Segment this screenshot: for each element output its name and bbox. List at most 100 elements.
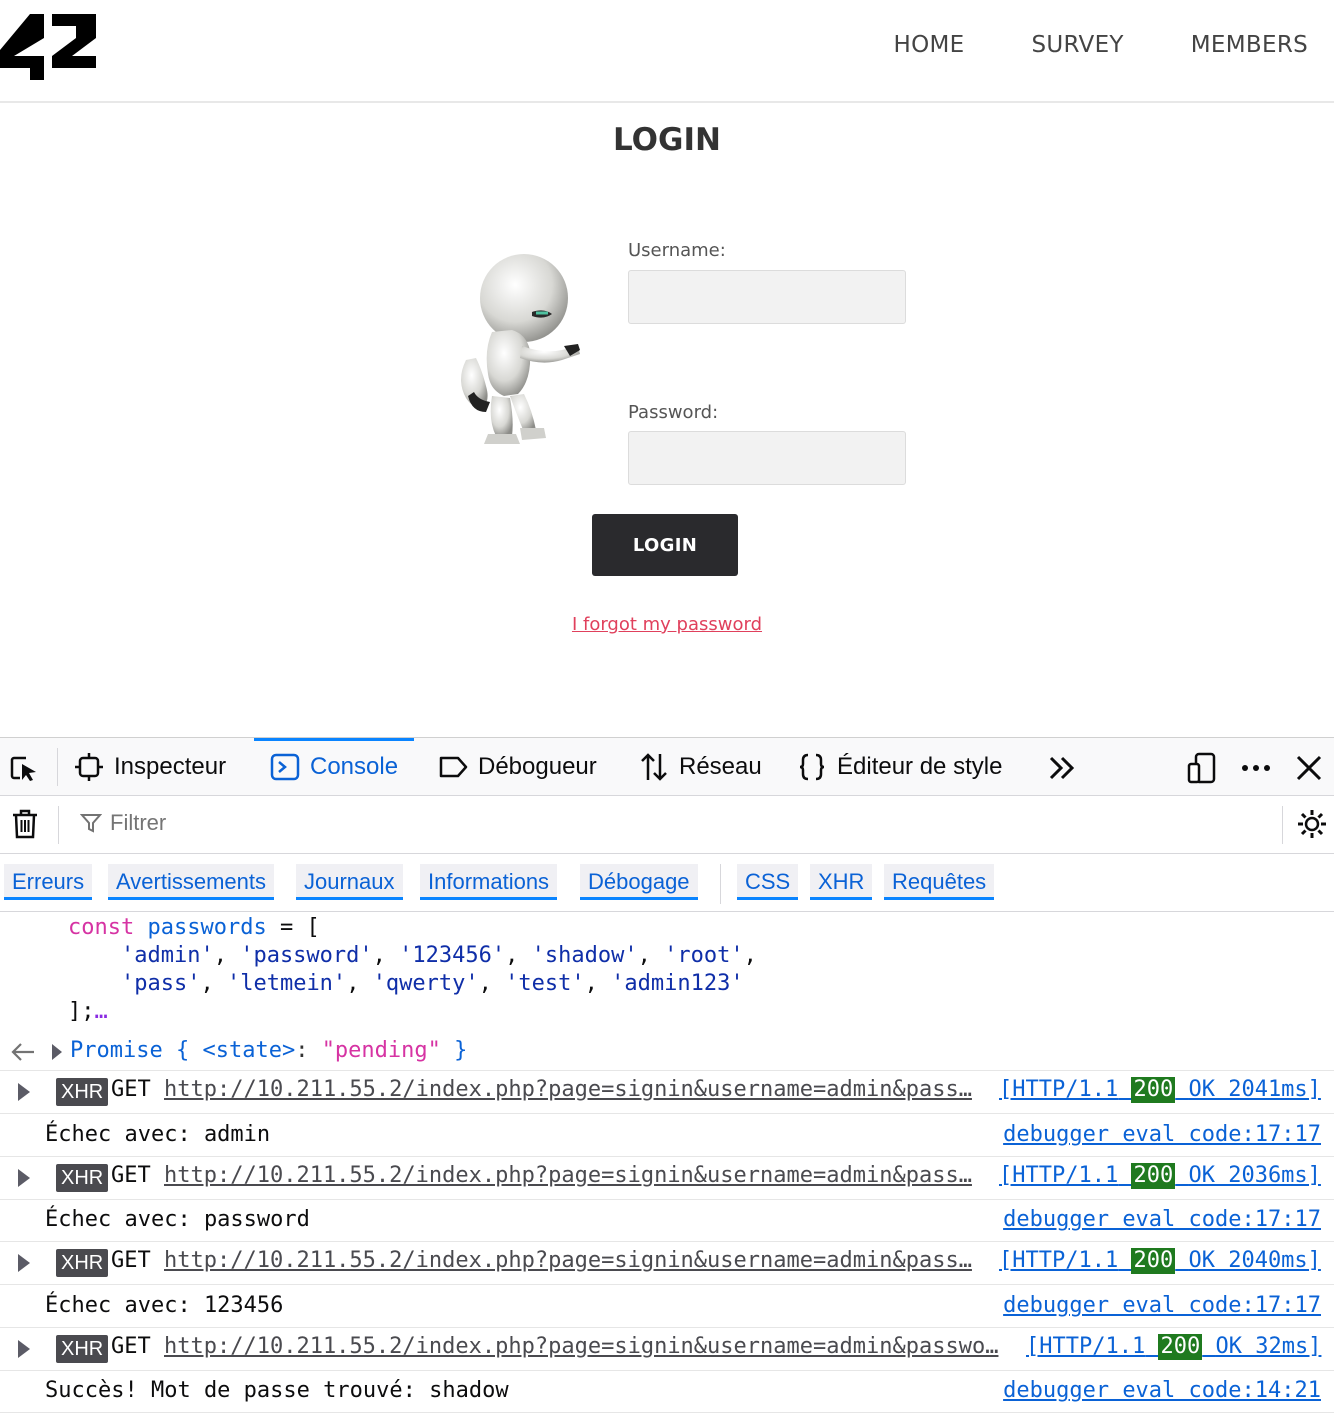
xhr-request-row[interactable]: XHR GET http://10.211.55.2/index.php?page=… xyxy=(0,1242,1334,1285)
log-source-link[interactable]: debugger eval code:14:21 xyxy=(1003,1378,1321,1403)
request-url[interactable]: http://10.211.55.2/index.php?page=signin… xyxy=(164,1077,975,1102)
expand-triangle-icon[interactable] xyxy=(52,1044,62,1060)
robot-illustration xyxy=(461,254,580,444)
main-nav: HOME SURVEY MEMBERS xyxy=(894,32,1308,58)
console-category-filters: Erreurs Avertissements Journaux Informat… xyxy=(0,854,1334,912)
tab-style-editor[interactable]: Éditeur de style xyxy=(797,738,1002,796)
password-literal: 'password' xyxy=(240,943,373,968)
trash-icon[interactable] xyxy=(9,808,41,840)
tab-console[interactable]: Console xyxy=(253,738,415,796)
filter-info[interactable]: Informations xyxy=(420,864,558,900)
request-url[interactable]: http://10.211.55.2/index.php?page=signin… xyxy=(164,1248,975,1273)
request-url[interactable]: http://10.211.55.2/index.php?page=signin… xyxy=(164,1163,975,1188)
status-code-badge: 200 xyxy=(1131,1248,1176,1274)
filter-icon xyxy=(80,814,102,833)
nav-members[interactable]: MEMBERS xyxy=(1191,32,1308,58)
logo-42[interactable]: 42 xyxy=(0,10,100,90)
nav-survey[interactable]: SURVEY xyxy=(1032,32,1124,58)
expand-triangle-icon[interactable] xyxy=(18,1168,30,1187)
request-status[interactable]: [HTTP/1.1 200 OK 2041ms] xyxy=(999,1077,1321,1103)
request-status[interactable]: [HTTP/1.1 200 OK 32ms] xyxy=(1026,1333,1322,1360)
filter-errors[interactable]: Erreurs xyxy=(4,864,93,900)
console-log-row: Échec avec: password debugger eval code:1… xyxy=(0,1199,1334,1243)
devtools-panel: Inspecteur Console Débogueur Réseau Édit… xyxy=(0,737,1334,1422)
status-code-badge: 200 xyxy=(1158,1333,1203,1360)
filter-input[interactable] xyxy=(110,810,410,836)
console-output: const passwords = [ 'admin', 'password',… xyxy=(0,912,1334,1422)
close-icon[interactable] xyxy=(1293,752,1325,784)
username-label: Username: xyxy=(628,240,726,261)
xhr-request-row[interactable]: XHR GET http://10.211.55.2/index.php?page=… xyxy=(0,1157,1334,1200)
category-separator xyxy=(720,864,721,904)
status-text: OK 2040ms] xyxy=(1188,1248,1321,1273)
log-source-link[interactable]: debugger eval code:17:17 xyxy=(1003,1207,1321,1232)
status-text: OK 2036ms] xyxy=(1188,1162,1321,1188)
log-source-link[interactable]: debugger eval code:17:17 xyxy=(1003,1122,1321,1147)
expand-triangle-icon[interactable] xyxy=(18,1083,30,1101)
filter-debug[interactable]: Débogage xyxy=(580,864,698,900)
console-result[interactable]: Promise { <state>: "pending" } xyxy=(0,1035,1334,1071)
request-url[interactable]: http://10.211.55.2/index.php?page=signin… xyxy=(164,1334,1002,1359)
status-text: OK 32ms] xyxy=(1215,1333,1322,1359)
password-literal: 'admin123' xyxy=(611,971,744,996)
password-label: Password: xyxy=(628,402,719,423)
toolbar-separator xyxy=(58,806,59,844)
expand-triangle-icon[interactable] xyxy=(18,1339,30,1358)
more-tabs-chevron-icon[interactable] xyxy=(1046,752,1078,784)
status-code-badge: 200 xyxy=(1131,1077,1176,1103)
filter-requests[interactable]: Requêtes xyxy=(884,864,995,900)
tab-network-label: Réseau xyxy=(679,753,762,780)
log-message: Échec avec: admin xyxy=(45,1121,271,1147)
tab-network[interactable]: Réseau xyxy=(639,738,762,796)
filter-xhr[interactable]: XHR xyxy=(810,864,873,900)
request-method: GET xyxy=(111,1333,151,1359)
tab-style-editor-label: Éditeur de style xyxy=(837,753,1003,780)
console-log-row: Échec avec: admin debugger eval code:17:1… xyxy=(0,1114,1334,1157)
inspector-icon xyxy=(75,753,103,781)
promise-result-text: Promise { <state>: "pending" } xyxy=(70,1038,468,1063)
login-button[interactable]: LOGIN xyxy=(592,514,738,576)
filter-warnings[interactable]: Avertissements xyxy=(108,864,274,900)
xhr-request-row[interactable]: XHR GET http://10.211.55.2/index.php?page=… xyxy=(0,1328,1334,1371)
filter-box[interactable] xyxy=(80,810,410,836)
log-message: Échec avec: password xyxy=(45,1207,310,1233)
xhr-badge: XHR xyxy=(56,1078,109,1106)
tab-debugger[interactable]: Débogueur xyxy=(438,738,597,796)
log-source-link[interactable]: debugger eval code:17:17 xyxy=(1003,1293,1321,1318)
password-literal: 'admin' xyxy=(120,943,214,968)
console-icon xyxy=(270,753,300,781)
xhr-request-row[interactable]: XHR GET http://10.211.55.2/index.php?page=… xyxy=(0,1071,1334,1114)
expand-triangle-icon[interactable] xyxy=(18,1254,30,1272)
log-message: Échec avec: 123456 xyxy=(45,1292,284,1318)
style-editor-icon xyxy=(799,753,825,781)
xhr-badge: XHR xyxy=(56,1163,109,1192)
password-input[interactable] xyxy=(628,431,906,485)
responsive-design-icon[interactable] xyxy=(1186,752,1218,784)
request-status[interactable]: [HTTP/1.1 200 OK 2040ms] xyxy=(999,1248,1321,1274)
status-text: OK 2041ms] xyxy=(1188,1077,1321,1102)
nav-home[interactable]: HOME xyxy=(894,32,965,58)
tab-inspector[interactable]: Inspecteur xyxy=(74,738,226,796)
username-input[interactable] xyxy=(628,270,906,324)
element-picker-icon[interactable] xyxy=(8,752,40,784)
debugger-icon xyxy=(439,756,468,778)
tab-inspector-label: Inspecteur xyxy=(114,753,227,780)
request-method: GET xyxy=(111,1248,151,1273)
console-log-row: Échec avec: 123456 debugger eval code:17:… xyxy=(0,1285,1334,1328)
filter-logs[interactable]: Journaux xyxy=(296,864,403,900)
devtools-tab-bar: Inspecteur Console Débogueur Réseau Édit… xyxy=(0,738,1334,796)
tab-debugger-label: Débogueur xyxy=(478,753,597,780)
log-message: Succès! Mot de passe trouvé: shadow xyxy=(45,1378,509,1404)
password-literal: 'root' xyxy=(664,943,744,968)
tab-separator xyxy=(57,748,58,786)
arrow-left-icon xyxy=(11,1043,34,1061)
console-log-row: Succès! Mot de passe trouvé: shadow debug… xyxy=(0,1370,1334,1414)
forgot-password-link[interactable]: I forgot my password xyxy=(572,614,762,635)
filter-css[interactable]: CSS xyxy=(737,864,799,900)
xhr-badge: XHR xyxy=(56,1334,109,1363)
request-status[interactable]: [HTTP/1.1 200 OK 2036ms] xyxy=(999,1162,1321,1189)
options-menu-icon[interactable] xyxy=(1240,752,1272,784)
status-code-badge: 200 xyxy=(1131,1162,1176,1189)
site-header: 42 HOME SURVEY MEMBERS xyxy=(0,0,1334,103)
gear-icon[interactable] xyxy=(1296,808,1328,840)
